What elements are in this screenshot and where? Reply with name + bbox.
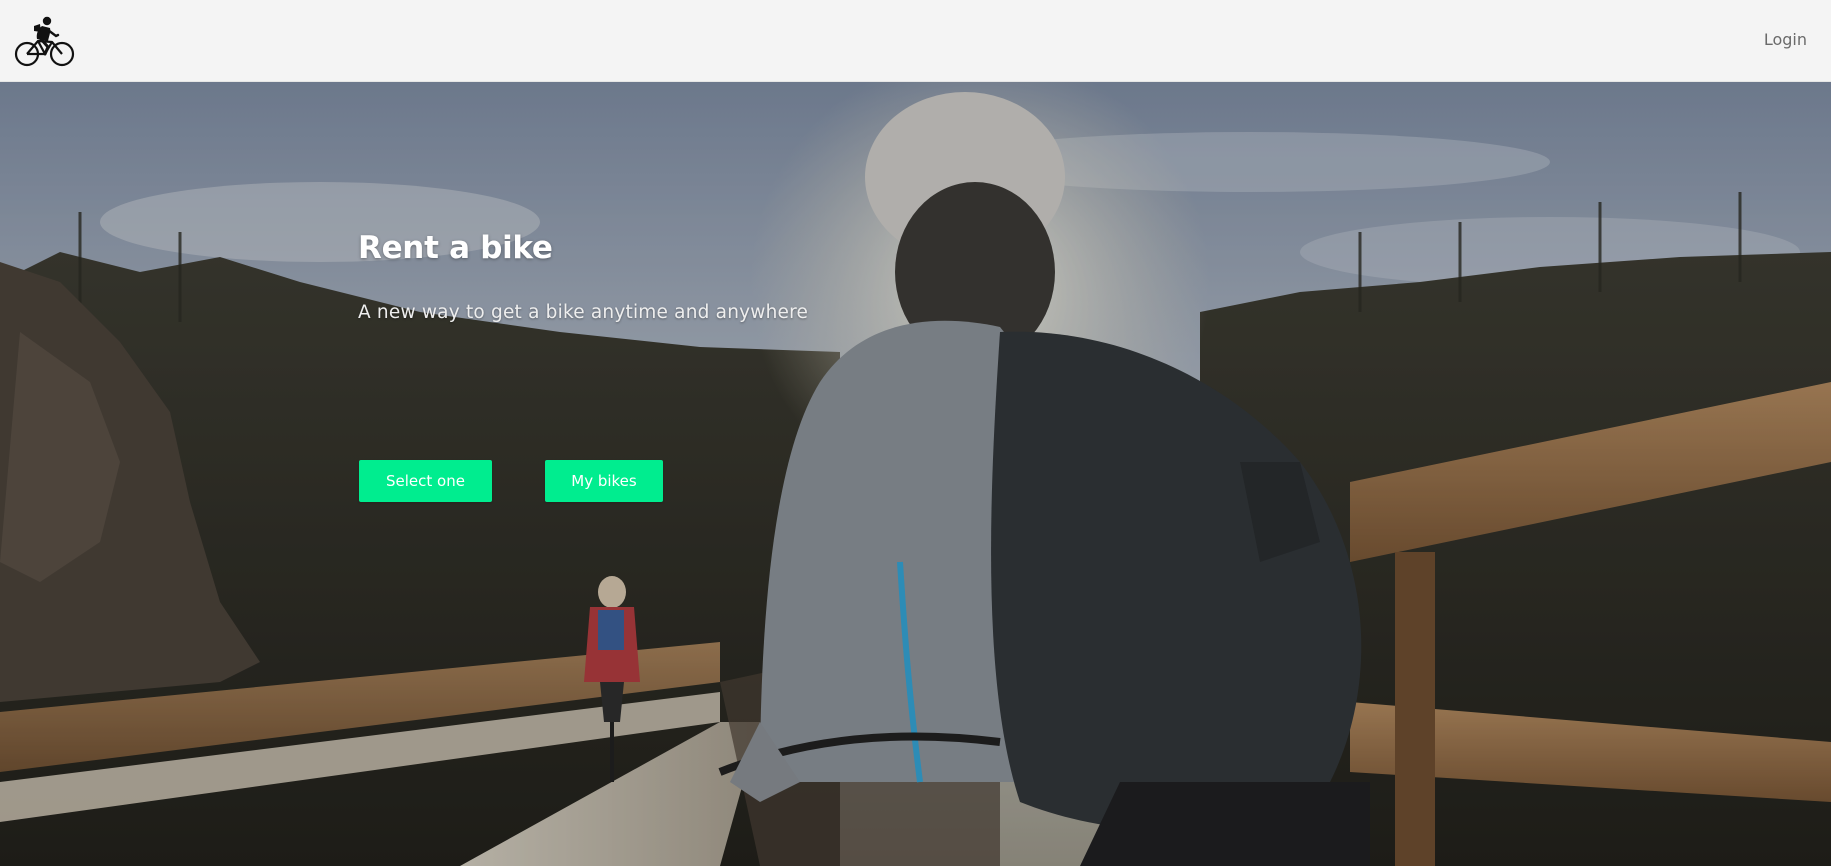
hero-subtitle: A new way to get a bike anytime and anyw… <box>358 302 809 323</box>
bicycle-rider-icon[interactable] <box>14 14 76 68</box>
hero-section: Rent a bike A new way to get a bike anyt… <box>0 82 1831 866</box>
hero-content: Rent a bike A new way to get a bike anyt… <box>358 230 1058 502</box>
select-one-button[interactable]: Select one <box>359 460 492 502</box>
hero-button-group: Select one My bikes <box>358 460 1058 504</box>
my-bikes-button[interactable]: My bikes <box>545 460 663 502</box>
login-link[interactable]: Login <box>1764 30 1807 49</box>
top-navbar: Login <box>0 0 1831 82</box>
hero-title: Rent a bike <box>358 230 553 266</box>
